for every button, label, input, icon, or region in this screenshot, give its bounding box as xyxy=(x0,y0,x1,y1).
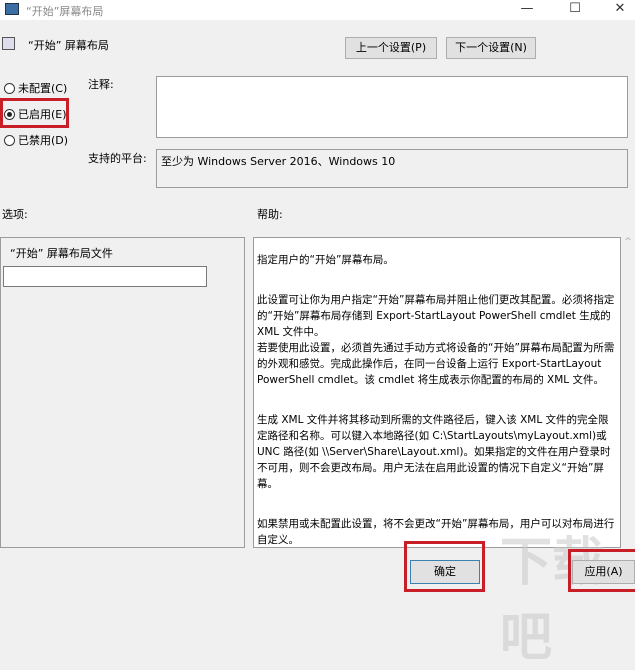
options-label: 选项: xyxy=(2,208,28,221)
policy-icon xyxy=(2,37,15,50)
help-paragraph: 此设置可让你为用户指定“开始”屏幕布局并阻止他们更改其配置。必须将指定的“开始”… xyxy=(257,294,615,386)
platform-label: 支持的平台: xyxy=(88,152,147,165)
previous-setting-button[interactable]: 上一个设置(P) xyxy=(345,37,437,59)
app-icon xyxy=(5,3,19,15)
help-paragraph: 生成 XML 文件并将其移动到所需的文件路径后，键入该 XML 文件的完全限定路… xyxy=(257,414,611,490)
highlight-box xyxy=(0,98,69,128)
platform-box: 至少为 Windows Server 2016、Windows 10 xyxy=(156,149,628,188)
comment-input[interactable] xyxy=(156,76,628,138)
radio-disabled[interactable]: 已禁用(D) xyxy=(4,132,68,148)
watermark: 下载吧 xyxy=(500,533,605,668)
platform-value: 至少为 Windows Server 2016、Windows 10 xyxy=(161,155,396,168)
options-panel: “开始” 屏幕布局文件 xyxy=(0,237,245,548)
layout-file-label: “开始” 屏幕布局文件 xyxy=(10,247,113,260)
policy-title: “开始” 屏幕布局 xyxy=(28,39,109,52)
radio-not-configured[interactable]: 未配置(C) xyxy=(4,80,67,96)
minimize-button[interactable]: — xyxy=(507,0,547,20)
ok-highlight-box xyxy=(404,541,485,592)
comment-label: 注释: xyxy=(88,78,114,91)
radio-label: 未配置(C) xyxy=(18,82,68,95)
maximize-button[interactable]: ☐ xyxy=(555,0,595,20)
apply-highlight-box xyxy=(568,549,635,592)
help-paragraph: 指定用户的“开始”屏幕布局。 xyxy=(257,254,394,266)
next-setting-button[interactable]: 下一个设置(N) xyxy=(446,37,536,59)
window-title: “开始”屏幕布局 xyxy=(26,5,104,18)
title-bar: “开始”屏幕布局 — ☐ ✕ xyxy=(0,0,635,20)
help-scrollbar[interactable]: ^ xyxy=(621,237,635,548)
close-button[interactable]: ✕ xyxy=(600,0,635,20)
help-label: 帮助: xyxy=(257,208,283,221)
layout-file-input[interactable] xyxy=(3,266,207,287)
radio-label: 已禁用(D) xyxy=(18,134,69,147)
radio-circle[interactable] xyxy=(4,82,15,94)
radio-circle[interactable] xyxy=(4,134,15,146)
help-panel: 指定用户的“开始”屏幕布局。 此设置可让你为用户指定“开始”屏幕布局并阻止他们更… xyxy=(253,237,621,548)
